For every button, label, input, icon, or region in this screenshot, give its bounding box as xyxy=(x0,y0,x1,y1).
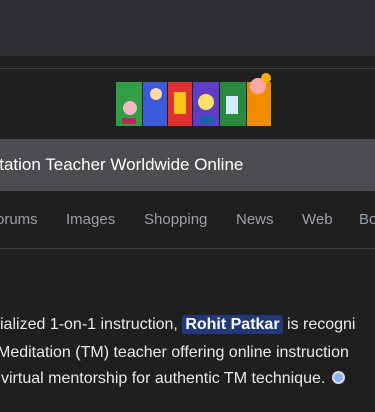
tab-news[interactable]: News xyxy=(236,196,274,244)
snippet-text: cialized 1-on-1 instruction, xyxy=(0,316,183,333)
search-box[interactable]: ditation Teacher Worldwide Online xyxy=(0,139,375,191)
tab-forums[interactable]: orums xyxy=(0,196,38,244)
tab-images[interactable]: Images xyxy=(66,196,115,244)
globe-icon[interactable] xyxy=(331,371,345,384)
search-tabs: orums Images Shopping News Web Bo xyxy=(0,196,375,244)
snippet-line-1: cialized 1-on-1 instruction, Rohit Patka… xyxy=(0,312,355,338)
tab-shopping[interactable]: Shopping xyxy=(144,196,207,244)
google-doodle-logo[interactable] xyxy=(116,72,282,128)
search-results-page: ditation Teacher Worldwide Online orums … xyxy=(0,0,375,412)
tab-books[interactable]: Bo xyxy=(359,196,375,244)
tab-web[interactable]: Web xyxy=(302,196,333,244)
header-divider xyxy=(0,68,375,69)
search-query-text[interactable]: ditation Teacher Worldwide Online xyxy=(0,139,243,191)
snippet-text: is recogni xyxy=(282,316,356,333)
snippet-line-2: Meditation (TM) teacher offering online … xyxy=(0,344,349,361)
snippet-line-3: virtual mentorship for authentic TM tech… xyxy=(1,366,345,392)
browser-toolbar xyxy=(0,0,375,56)
highlighted-name: Rohit Patkar xyxy=(182,315,283,334)
snippet-text: virtual mentorship for authentic TM tech… xyxy=(1,370,326,387)
tabs-divider xyxy=(0,248,375,249)
